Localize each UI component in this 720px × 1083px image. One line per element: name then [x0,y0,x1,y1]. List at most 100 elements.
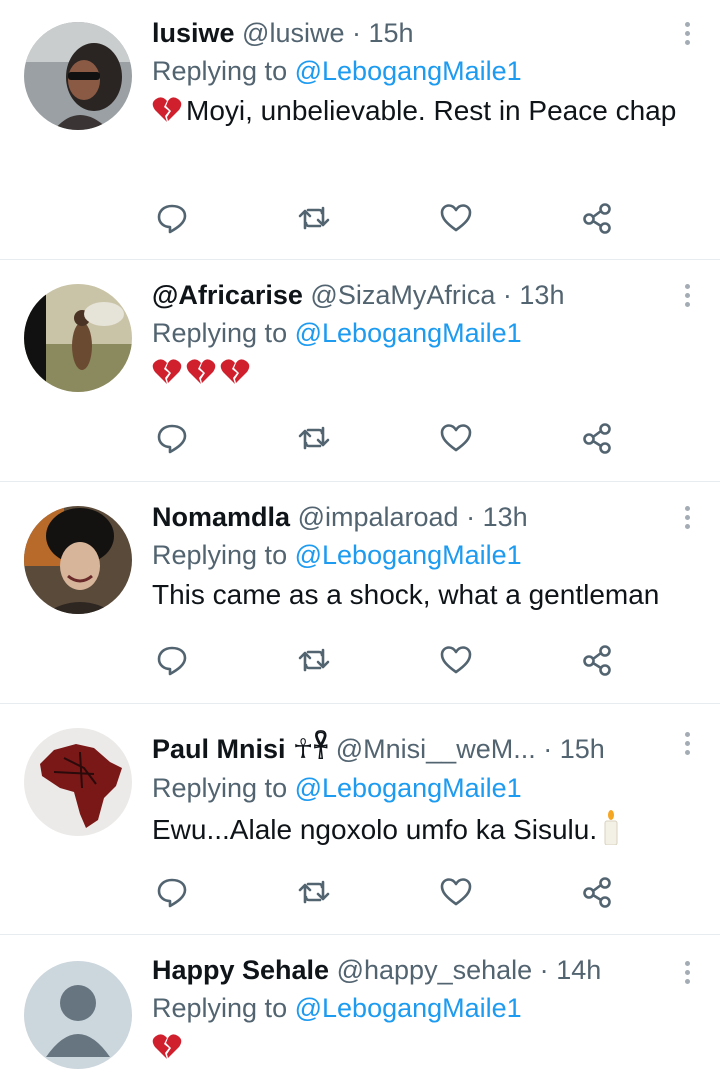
retweet-button[interactable] [294,418,334,458]
tweet-actions [152,198,622,238]
tweet[interactable]: Nomamdla @impalaroad · 13h Replying to @… [0,482,720,704]
display-name[interactable]: Happy Sehale [152,955,329,985]
reply-button[interactable] [152,872,192,912]
tweet-text [152,1029,700,1067]
replying-to: Replying to @LebogangMaile1 [152,54,700,88]
like-icon [440,646,472,674]
separator-dot: · [466,502,476,532]
user-handle[interactable]: @lusiwe [242,18,344,48]
display-name[interactable]: Paul Mnisi [152,734,286,764]
reply-button[interactable] [152,640,192,680]
like-icon [440,424,472,452]
tweet[interactable]: @Africarise @SizaMyAfrica · 13h Replying… [0,260,720,482]
tweet-header: Nomamdla @impalaroad · 13h [152,500,700,534]
retweet-button[interactable] [294,640,334,680]
timestamp[interactable]: 15h [369,18,414,48]
tweet-text: Ewu...Alale ngoxolo umfo ka Sisulu. [152,809,700,849]
avatar[interactable] [24,284,132,392]
timeline-feed: lusiwe @lusiwe · 15h Replying to @Leboga… [0,0,720,1083]
like-icon [440,878,472,906]
broken-heart-icon [152,359,182,384]
avatar[interactable] [24,22,132,130]
tweet-header: Happy Sehale @happy_sehale · 14h [152,953,700,987]
replying-to: Replying to @LebogangMaile1 [152,771,700,805]
share-button[interactable] [577,418,617,458]
separator-dot: · [543,734,553,764]
reply-button[interactable] [152,198,192,238]
display-name[interactable]: Nomamdla [152,502,290,532]
replying-label: Replying to [152,540,288,570]
tweet-body: This came as a shock, what a gentleman [152,579,660,610]
retweet-icon [298,648,330,672]
tweet[interactable]: lusiwe @lusiwe · 15h Replying to @Leboga… [0,0,720,260]
replying-to: Replying to @LebogangMaile1 [152,316,700,350]
share-icon [583,645,611,676]
tweet-body: Ewu...Alale ngoxolo umfo ka Sisulu. [152,814,598,845]
separator-dot: · [352,18,361,48]
replying-to: Replying to @LebogangMaile1 [152,538,700,572]
reply-icon [157,878,187,908]
tweet-header: Paul Mnisi ☥𓋹 @Mnisi__weM... · 15h [152,732,700,767]
like-button[interactable] [436,418,476,458]
share-icon [583,877,611,908]
tweet-text: Moyi, unbelievable. Rest in Peace chap [152,92,700,130]
tweet-header: lusiwe @lusiwe · 15h [152,16,700,50]
tweet[interactable]: Happy Sehale @happy_sehale · 14h Replyin… [0,935,720,1083]
timestamp[interactable]: 13h [519,280,564,310]
tweet-actions [152,418,622,458]
avatar[interactable] [24,961,132,1069]
retweet-icon [298,880,330,904]
name-glyphs: ☥𓋹 [293,734,329,765]
display-name[interactable]: @Africarise [152,280,303,310]
tweet-text [152,354,700,392]
retweet-button[interactable] [294,872,334,912]
avatar[interactable] [24,506,132,614]
user-handle[interactable]: @Mnisi__weM... [336,734,536,764]
share-button[interactable] [577,640,617,680]
separator-dot: · [539,955,549,985]
tweet-actions [152,640,622,680]
tweet-actions [152,872,622,912]
display-name[interactable]: lusiwe [152,18,235,48]
like-button[interactable] [436,198,476,238]
share-button[interactable] [577,198,617,238]
tweet-text: This came as a shock, what a gentleman [152,576,700,614]
retweet-button[interactable] [294,198,334,238]
replying-label: Replying to [152,993,288,1023]
reply-icon [157,204,187,234]
separator-dot: · [502,280,512,310]
reply-icon [157,424,187,454]
timestamp[interactable]: 14h [556,955,601,985]
reply-icon [157,646,187,676]
mention-link[interactable]: @LebogangMaile1 [295,773,522,803]
mention-link[interactable]: @LebogangMaile1 [295,56,522,86]
share-icon [583,423,611,454]
candle-icon [604,810,618,845]
broken-heart-icon [186,359,216,384]
tweet-body: Moyi, unbelievable. Rest in Peace chap [186,95,677,126]
retweet-icon [298,426,330,450]
share-icon [583,203,611,234]
mention-link[interactable]: @LebogangMaile1 [295,993,522,1023]
replying-label: Replying to [152,318,288,348]
broken-heart-icon [220,359,250,384]
like-button[interactable] [436,640,476,680]
replying-to: Replying to @LebogangMaile1 [152,991,700,1025]
replying-label: Replying to [152,773,288,803]
reply-button[interactable] [152,418,192,458]
like-button[interactable] [436,872,476,912]
share-button[interactable] [577,872,617,912]
timestamp[interactable]: 15h [560,734,605,764]
user-handle[interactable]: @SizaMyAfrica [310,280,495,310]
user-handle[interactable]: @happy_sehale [337,955,533,985]
avatar[interactable] [24,728,132,836]
timestamp[interactable]: 13h [483,502,528,532]
user-handle[interactable]: @impalaroad [298,502,459,532]
replying-label: Replying to [152,56,288,86]
mention-link[interactable]: @LebogangMaile1 [295,318,522,348]
retweet-icon [298,206,330,230]
broken-heart-icon [152,97,182,122]
tweet-header: @Africarise @SizaMyAfrica · 13h [152,278,700,312]
mention-link[interactable]: @LebogangMaile1 [295,540,522,570]
tweet[interactable]: Paul Mnisi ☥𓋹 @Mnisi__weM... · 15h Reply… [0,704,720,935]
